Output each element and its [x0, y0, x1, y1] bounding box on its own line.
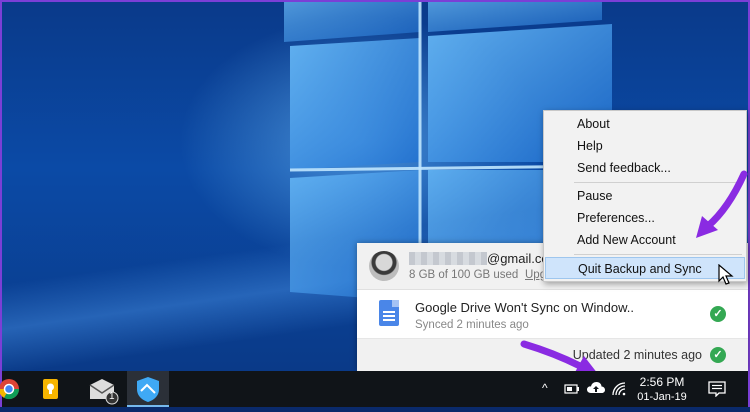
- file-sync-status: Synced 2 minutes ago: [415, 319, 529, 331]
- taskbar-clock[interactable]: 2:56 PM 01-Jan-19: [634, 375, 690, 403]
- recent-file-row[interactable]: Google Drive Won't Sync on Window.. Sync…: [357, 290, 748, 339]
- menu-separator: [574, 254, 742, 255]
- storage-usage: 8 GB of 100 GB used: [409, 269, 519, 281]
- check-icon: ✓: [710, 347, 726, 363]
- mail-badge: 1: [109, 391, 115, 402]
- taskbar-mail[interactable]: 1: [82, 371, 124, 407]
- battery-icon[interactable]: [564, 382, 580, 396]
- google-keep-icon: [43, 379, 58, 399]
- check-icon: ✓: [710, 306, 726, 322]
- chrome-icon: [0, 379, 20, 400]
- google-docs-icon: [379, 300, 399, 326]
- menu-item-about[interactable]: About: [545, 113, 745, 135]
- taskbar-keep[interactable]: [30, 371, 72, 407]
- show-hidden-icons-button[interactable]: ^: [542, 381, 548, 395]
- cloud-upload-icon[interactable]: [586, 380, 606, 396]
- file-name: Google Drive Won't Sync on Window..: [415, 300, 635, 315]
- taskbar-security[interactable]: [127, 371, 169, 407]
- notifications-icon[interactable]: [708, 381, 726, 397]
- taskbar-chrome[interactable]: [0, 371, 30, 407]
- email-redacted: [409, 252, 487, 265]
- taskbar: 1 ^ 2:56 PM 01-Jan-19: [0, 371, 748, 407]
- clock-time: 2:56 PM: [639, 375, 685, 389]
- annotation-arrow-icon: [696, 170, 748, 238]
- menu-item-help[interactable]: Help: [545, 135, 745, 157]
- mail-icon: [89, 379, 119, 405]
- menu-item-quit-backup-and-sync[interactable]: Quit Backup and Sync: [545, 257, 745, 279]
- shield-icon: [137, 377, 159, 402]
- avatar: [369, 251, 399, 281]
- wifi-icon[interactable]: [612, 382, 628, 396]
- clock-date: 01-Jan-19: [637, 391, 687, 403]
- mouse-cursor-icon: [718, 264, 734, 285]
